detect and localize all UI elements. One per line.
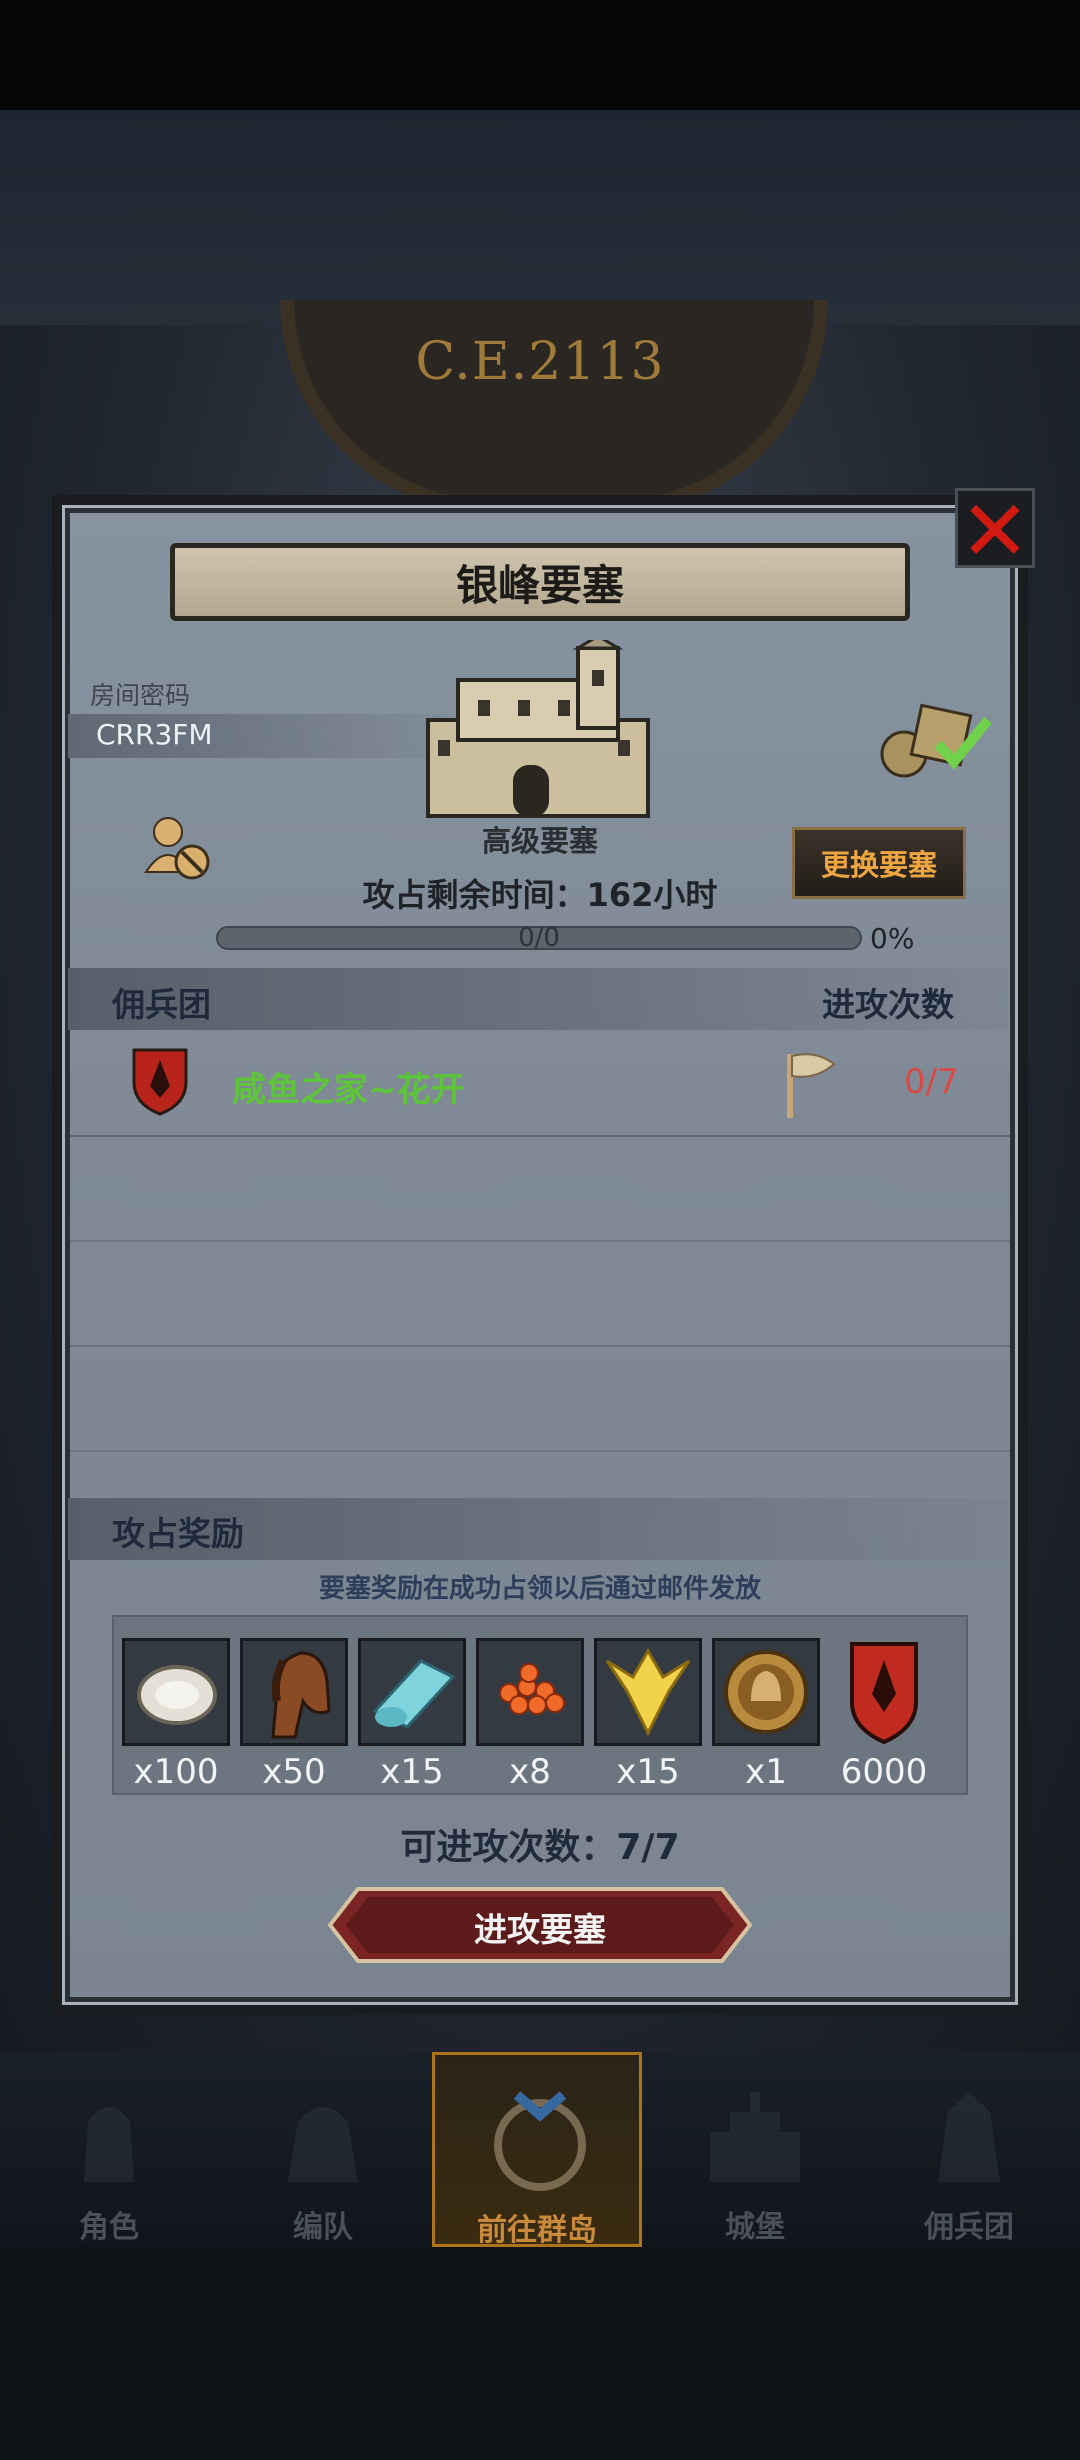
reward-quantity: 6000 (840, 1752, 928, 1792)
reward-quantity: x15 (380, 1752, 444, 1792)
mercenary-section-title: 佣兵团 (112, 985, 211, 1024)
reward-quantity: x15 (616, 1752, 680, 1792)
nav-label: 佣兵团 (924, 2210, 1014, 2245)
fortress-castle-icon (426, 640, 650, 818)
room-password-value[interactable]: CRR3FM (96, 718, 213, 751)
guild-shield-icon (830, 1638, 938, 1746)
nav-item-islands[interactable]: 前往群岛 (432, 2052, 642, 2248)
background-band (0, 110, 1080, 325)
empty-row-divider (70, 1345, 1010, 1347)
attack-count-header: 进攻次数 (822, 985, 954, 1024)
cloth-icon (358, 1638, 466, 1746)
close-icon: ✕ (959, 482, 1031, 580)
reward-item[interactable]: x15 (358, 1638, 466, 1792)
horse-icon (240, 1638, 348, 1746)
capture-progress-percent: 0% (870, 922, 915, 955)
nav-label: 编队 (293, 2210, 353, 2245)
nav-item-formation[interactable]: 编队 (218, 2052, 428, 2247)
guild-shield-icon (132, 1048, 188, 1116)
formation-icon (288, 2107, 358, 2182)
empty-row-divider (70, 1240, 1010, 1242)
system-nav-bar (0, 2247, 1080, 2460)
knight-icon (84, 2107, 134, 2182)
room-password-label: 房间密码 (90, 681, 191, 710)
attack-fortress-button[interactable]: 进攻要塞 (328, 1885, 752, 1965)
attack-fortress-label: 进攻要塞 (474, 1910, 606, 1949)
nav-label: 城堡 (725, 2210, 785, 2245)
reward-item[interactable]: x15 (594, 1638, 702, 1792)
flag-icon (787, 1053, 836, 1118)
reward-quantity: x1 (745, 1752, 787, 1792)
empty-row-divider (70, 1450, 1010, 1452)
reward-quantity: x50 (262, 1752, 326, 1792)
mercenary-attack-count: 0/7 (904, 1062, 959, 1102)
reward-quantity: x8 (509, 1752, 551, 1792)
close-button[interactable]: ✕ (955, 483, 1035, 579)
reward-item[interactable]: x8 (476, 1638, 584, 1792)
mercenary-name: 咸鱼之家~花开 (232, 1070, 465, 1110)
reward-item[interactable]: x50 (240, 1638, 348, 1792)
rewards-section-title: 攻占奖励 (112, 1514, 244, 1553)
status-bar (0, 0, 1080, 110)
reward-item[interactable]: x100 (122, 1638, 230, 1792)
reward-bag-check-icon[interactable] (876, 700, 996, 780)
reward-item[interactable]: 6000 (830, 1638, 938, 1792)
nav-label: 角色 (79, 2210, 139, 2245)
nav-item-character[interactable]: 角色 (4, 2052, 214, 2247)
rewards-note: 要塞奖励在成功占领以后通过邮件发放 (318, 1574, 761, 1604)
reward-quantity: x100 (133, 1752, 219, 1792)
reward-item[interactable]: x1 (712, 1638, 820, 1792)
globe-icon (494, 2091, 586, 2191)
capture-progress-text: 0/0 (518, 923, 560, 953)
nav-item-mercenary[interactable]: 佣兵团 (864, 2052, 1074, 2247)
nav-item-castle[interactable]: 城堡 (650, 2052, 860, 2247)
castle-icon (710, 2092, 800, 2182)
mercenary-icon (938, 2092, 1000, 2182)
capture-progress-bar: 0/0 (216, 923, 862, 953)
nav-label: 前往群岛 (477, 2213, 597, 2248)
knight-medal-icon (712, 1638, 820, 1746)
golden-wing-icon (594, 1638, 702, 1746)
title-banner: 银峰要塞 (170, 543, 910, 621)
attack-attempts: 可进攻次数：7/7 (400, 1827, 680, 1868)
mercenary-row[interactable] (70, 1040, 1010, 1137)
era-label: C.E.2113 (415, 332, 665, 392)
oyster-icon (122, 1638, 230, 1746)
roe-icon (476, 1638, 584, 1746)
time-remaining: 攻占剩余时间：162小时 (362, 876, 718, 914)
fortress-title: 银峰要塞 (455, 560, 624, 610)
